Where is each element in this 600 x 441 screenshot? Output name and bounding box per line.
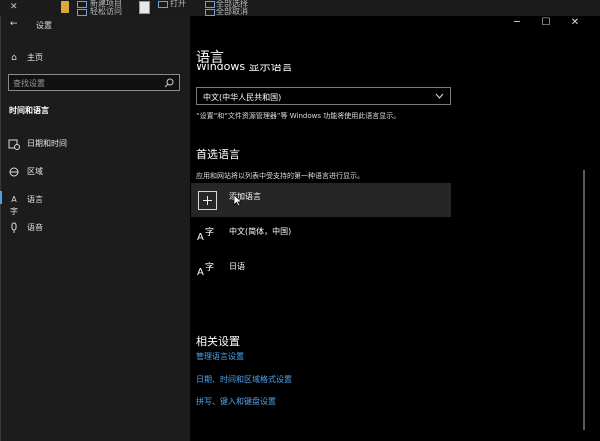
dropdown-value: 中文(中华人民共和国) bbox=[203, 93, 282, 102]
calendar-clock-icon bbox=[8, 139, 20, 150]
sidebar-item-label: 日期和时间 bbox=[27, 139, 67, 148]
language-glyph-icon: 字 bbox=[205, 228, 215, 238]
close-button[interactable]: ✕ bbox=[568, 17, 582, 28]
bg-item-selectnone: 全部取消 bbox=[216, 7, 248, 16]
properties-icon bbox=[139, 1, 150, 14]
display-language-dropdown[interactable]: 中文(中华人民共和国) bbox=[196, 87, 451, 105]
search-icon bbox=[164, 78, 174, 88]
minimize-button[interactable]: ─ bbox=[510, 17, 524, 28]
language-icon: A字 bbox=[10, 195, 18, 216]
select-all-icon bbox=[205, 1, 215, 8]
folder-icon bbox=[61, 1, 69, 13]
close-icon: ✕ bbox=[10, 2, 18, 12]
link-manage-language[interactable]: 管理语言设置 bbox=[196, 351, 244, 362]
home-icon: ⌂ bbox=[11, 53, 17, 63]
display-language-heading: Windows 显示语言 bbox=[196, 64, 293, 73]
add-language-button[interactable]: 添加语言 bbox=[191, 183, 451, 217]
preferred-languages-heading: 首选语言 bbox=[196, 148, 240, 161]
plus-icon-box bbox=[198, 191, 217, 210]
sidebar-section-title: 时间和语言 bbox=[9, 106, 49, 115]
globe-region-icon bbox=[9, 167, 19, 177]
link-date-time-region[interactable]: 日期、时间和区域格式设置 bbox=[196, 374, 292, 385]
scrollbar[interactable] bbox=[583, 170, 585, 430]
back-arrow-icon[interactable]: ← bbox=[10, 19, 18, 29]
language-glyph-icon: A bbox=[197, 267, 204, 278]
sidebar-item-label: 语言 bbox=[27, 195, 43, 204]
sidebar-item-label: 区域 bbox=[27, 167, 43, 176]
preferred-languages-desc: 应用和网站将以列表中受支持的第一种语言进行显示。 bbox=[196, 172, 364, 180]
sidebar-item-date-time[interactable]: 日期和时间 bbox=[0, 134, 190, 158]
mouse-cursor-icon bbox=[233, 194, 243, 207]
sidebar-item-label: 语音 bbox=[27, 223, 43, 232]
sidebar-item-region[interactable]: 区域 bbox=[0, 162, 190, 186]
display-language-heading-clip: Windows 显示语言 bbox=[196, 64, 456, 75]
bg-item-access: 轻松访问 bbox=[90, 7, 122, 16]
language-item-japanese[interactable]: A 字 日语 bbox=[191, 258, 451, 284]
sidebar-item-label: 主页 bbox=[27, 53, 43, 62]
language-name: 日语 bbox=[229, 262, 245, 271]
language-item-chinese[interactable]: A 字 中文(简体，中国) bbox=[191, 223, 451, 249]
sidebar-item-language[interactable]: A字 语言 bbox=[0, 190, 190, 216]
microphone-icon bbox=[11, 222, 17, 233]
select-none-icon bbox=[205, 9, 215, 16]
toolbar-icon bbox=[77, 1, 87, 8]
background-explorer-toolbar: ✕ 新建项目 轻松访问 打开 全部选择 全部取消 bbox=[0, 0, 600, 16]
toolbar-icon bbox=[77, 9, 87, 16]
maximize-button[interactable]: ☐ bbox=[539, 17, 553, 28]
link-spelling-typing-keyboard[interactable]: 拼写、键入和键盘设置 bbox=[196, 396, 276, 407]
search-placeholder: 查找设置 bbox=[13, 79, 45, 88]
plus-icon bbox=[203, 196, 212, 205]
display-language-note: “设置”和“文件资源管理器”等 Windows 功能将使用此语言显示。 bbox=[196, 112, 401, 120]
related-settings-heading: 相关设置 bbox=[196, 335, 240, 348]
bg-item-open: 打开 bbox=[170, 0, 186, 8]
language-name: 中文(简体，中国) bbox=[229, 227, 292, 236]
sidebar-item-speech[interactable]: 语音 bbox=[0, 218, 190, 242]
language-glyph-icon: A bbox=[197, 232, 204, 243]
chevron-down-icon bbox=[435, 93, 444, 99]
open-icon bbox=[158, 1, 168, 8]
window-title: 设置 bbox=[36, 21, 52, 30]
search-input[interactable]: 查找设置 bbox=[8, 74, 180, 91]
language-glyph-icon: 字 bbox=[205, 263, 215, 273]
sidebar-item-home[interactable]: ⌂ 主页 bbox=[0, 48, 190, 72]
